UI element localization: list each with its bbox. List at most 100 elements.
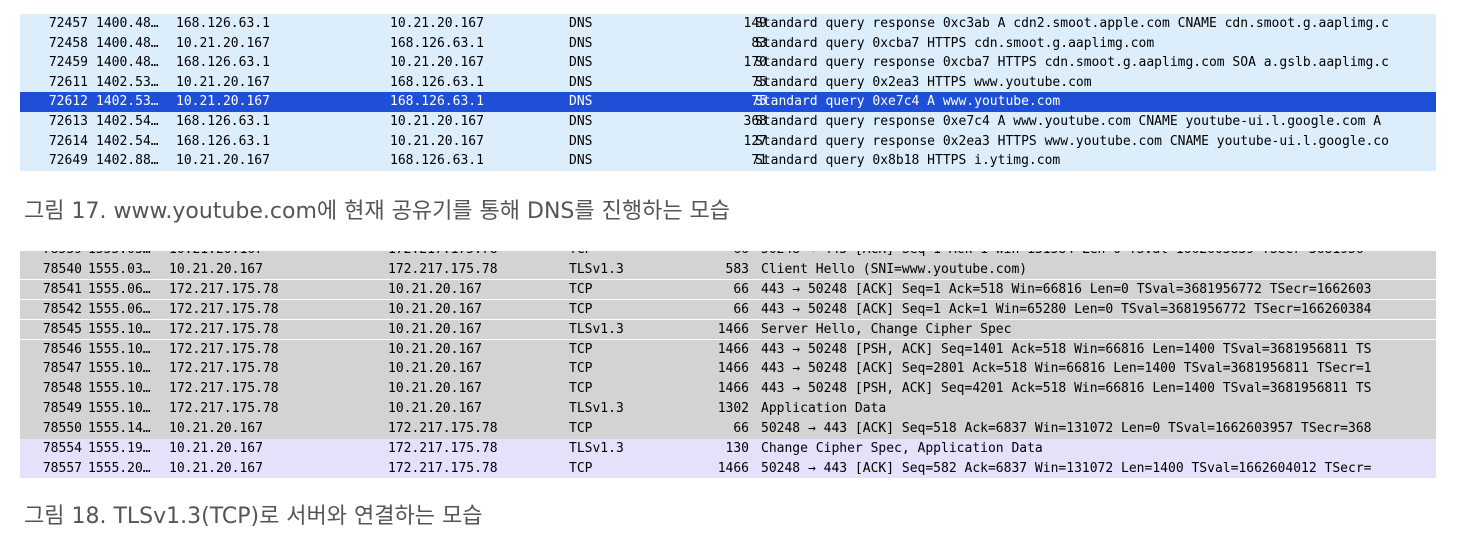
protocol: DNS <box>569 153 593 169</box>
packet-row[interactable]: 78557 1555.20… 10.21.20.167 172.217.175.78 T… <box>20 458 1436 479</box>
packet-info: Standard query 0xcba7 HTTPS cdn.smoot.g.… <box>755 35 1155 51</box>
packet-number: 72459 <box>48 55 88 71</box>
packet-info: Standard query 0x8b18 HTTPS i.ytimg.com <box>755 153 1061 169</box>
protocol: DNS <box>569 74 593 90</box>
source-address: 10.21.20.167 <box>176 153 270 169</box>
packet-length: 66 <box>733 281 749 297</box>
packet-row[interactable]: 78546 1555.10… 172.217.175.78 10.21.20.167 T… <box>20 339 1436 360</box>
packet-number: 72612 <box>48 94 88 110</box>
packet-info: Application Data <box>761 401 887 417</box>
packet-time: 1555.10… <box>88 341 151 357</box>
packet-row[interactable]: 78542 1555.06… 172.217.175.78 10.21.20.167 T… <box>20 299 1436 320</box>
packet-row[interactable]: 72611 1402.53… 10.21.20.167 168.126.63.1 DNS… <box>20 72 1436 93</box>
packet-info: 50248 → 443 [ACK] Seq=1 Ack=1 Win=131584… <box>761 251 1364 260</box>
packet-number: 78557 <box>42 460 82 476</box>
packet-time: 1555.03… <box>88 261 151 277</box>
packet-row[interactable]: 78545 1555.10… 172.217.175.78 10.21.20.167 T… <box>20 319 1436 340</box>
protocol: TCP <box>569 301 593 317</box>
packet-info: Standard query response 0xcba7 HTTPS cdn… <box>755 55 1389 71</box>
destination-address: 10.21.20.167 <box>388 321 482 337</box>
packet-row[interactable]: 72649 1402.88… 10.21.20.167 168.126.63.1 DNS… <box>20 151 1436 171</box>
protocol: TCP <box>569 381 593 397</box>
packet-number: 72458 <box>48 35 88 51</box>
protocol: TLSv1.3 <box>569 321 624 337</box>
packet-row[interactable]: 78548 1555.10… 172.217.175.78 10.21.20.167 T… <box>20 379 1436 399</box>
packet-time: 1555.14… <box>88 421 151 437</box>
packet-row[interactable]: 78554 1555.19… 10.21.20.167 172.217.175.78 T… <box>20 439 1436 459</box>
packet-number: 78545 <box>42 321 82 337</box>
packet-number: 78539 <box>20 251 82 260</box>
packet-time: 1555.10… <box>88 381 151 397</box>
packet-row[interactable]: 78539 1555.03… 10.21.20.167 172.217.175.78 T… <box>20 251 1436 260</box>
destination-address: 168.126.63.1 <box>390 94 484 110</box>
packet-row[interactable]: 72458 1400.48… 10.21.20.167 168.126.63.1 DNS… <box>20 33 1436 54</box>
packet-row[interactable]: 78540 1555.03… 10.21.20.167 172.217.175.78 T… <box>20 259 1436 280</box>
packet-info: 50248 → 443 [ACK] Seq=582 Ack=6837 Win=1… <box>761 460 1372 476</box>
packet-length: 1466 <box>717 321 749 337</box>
packet-time: 1402.54… <box>96 133 159 149</box>
packet-info: 443 → 50248 [ACK] Seq=1 Ack=1 Win=65280 … <box>761 301 1372 317</box>
packet-info: Standard query 0x2ea3 HTTPS www.youtube.… <box>755 74 1092 90</box>
packet-number: 72614 <box>48 133 88 149</box>
packet-row[interactable]: 78547 1555.10… 172.217.175.78 10.21.20.167 T… <box>20 359 1436 379</box>
protocol: DNS <box>569 16 593 31</box>
packet-length: 66 <box>700 251 749 260</box>
packet-number: 78550 <box>42 421 82 437</box>
tls-packet-list: 78539 1555.03… 10.21.20.167 172.217.175.78 T… <box>20 251 1436 479</box>
packet-number: 78554 <box>42 441 82 456</box>
packet-time: 1402.53… <box>96 94 159 110</box>
destination-address: 168.126.63.1 <box>390 153 484 169</box>
packet-info: 443 → 50248 [PSH, ACK] Seq=1401 Ack=518 … <box>761 341 1372 357</box>
packet-row[interactable]: 78541 1555.06… 172.217.175.78 10.21.20.167 T… <box>20 279 1436 300</box>
packet-length: 1302 <box>717 401 749 417</box>
source-address: 172.217.175.78 <box>169 301 279 317</box>
packet-info: Server Hello, Change Cipher Spec <box>761 321 1012 337</box>
source-address: 10.21.20.167 <box>169 441 263 456</box>
protocol: TLSv1.3 <box>569 401 624 417</box>
packet-number: 78549 <box>42 401 82 417</box>
source-address: 172.217.175.78 <box>169 341 279 357</box>
packet-info: 50248 → 443 [ACK] Seq=518 Ack=6837 Win=1… <box>761 421 1372 437</box>
packet-length: 1466 <box>717 361 749 377</box>
packet-number: 72457 <box>48 16 88 31</box>
source-address: 172.217.175.78 <box>169 381 279 397</box>
packet-time: 1402.88… <box>96 153 159 169</box>
protocol: TLSv1.3 <box>569 261 624 277</box>
destination-address: 10.21.20.167 <box>390 114 484 129</box>
protocol: DNS <box>569 35 593 51</box>
packet-row[interactable]: 72614 1402.54… 168.126.63.1 10.21.20.167 DNS… <box>20 131 1436 152</box>
destination-address: 10.21.20.167 <box>390 16 484 31</box>
source-address: 172.217.175.78 <box>169 361 279 377</box>
packet-time: 1555.10… <box>88 361 151 377</box>
packet-length: 130 <box>725 441 749 456</box>
protocol: TCP <box>569 421 593 437</box>
packet-info: 443 → 50248 [PSH, ACK] Seq=4201 Ack=518 … <box>761 381 1372 397</box>
packet-row[interactable]: 72459 1400.48… 168.126.63.1 10.21.20.167 DNS… <box>20 53 1436 73</box>
destination-address: 10.21.20.167 <box>388 301 482 317</box>
packet-info: Standard query response 0xe7c4 A www.you… <box>755 114 1382 129</box>
source-address: 10.21.20.167 <box>169 261 263 277</box>
destination-address: 10.21.20.167 <box>388 381 482 397</box>
packet-row[interactable]: 78549 1555.10… 172.217.175.78 10.21.20.167 T… <box>20 399 1436 419</box>
packet-time: 1555.06… <box>88 301 151 317</box>
destination-address: 10.21.20.167 <box>388 401 482 417</box>
packet-row[interactable]: 78550 1555.14… 10.21.20.167 172.217.175.78 T… <box>20 419 1436 439</box>
packet-number: 78541 <box>42 281 82 297</box>
protocol: TLSv1.3 <box>569 441 624 456</box>
source-address: 10.21.20.167 <box>169 421 263 437</box>
packet-info: Standard query response 0xc3ab A cdn2.sm… <box>755 16 1389 31</box>
destination-address: 172.217.175.78 <box>388 251 498 260</box>
protocol: TCP <box>569 361 593 377</box>
packet-row[interactable]: 72613 1402.54… 168.126.63.1 10.21.20.167 DNS… <box>20 112 1436 132</box>
packet-length: 66 <box>733 301 749 317</box>
packet-number: 78547 <box>42 361 82 377</box>
packet-time: 1555.19… <box>88 441 151 456</box>
packet-number: 78542 <box>42 301 82 317</box>
packet-row[interactable]: 72457 1400.48… 168.126.63.1 10.21.20.167 DNS… <box>20 14 1436 34</box>
packet-number: 78540 <box>42 261 82 277</box>
source-address: 10.21.20.167 <box>169 460 263 476</box>
packet-time: 1402.54… <box>96 114 159 129</box>
source-address: 168.126.63.1 <box>176 55 270 71</box>
source-address: 10.21.20.167 <box>176 35 270 51</box>
packet-row[interactable]: 72612 1402.53… 10.21.20.167 168.126.63.1 DNS… <box>20 92 1436 112</box>
